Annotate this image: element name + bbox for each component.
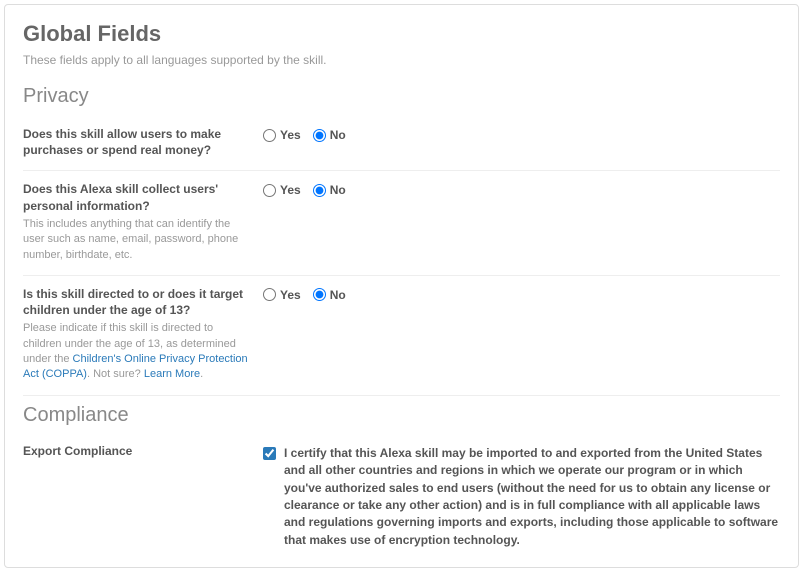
page-title: Global Fields	[23, 21, 780, 47]
answer-cell: I certify that this Alexa skill may be i…	[263, 443, 780, 549]
page-subtitle: These fields apply to all languages supp…	[23, 53, 780, 67]
radio-yes-label: Yes	[280, 128, 301, 142]
question-label: Is this skill directed to or does it tar…	[23, 286, 253, 318]
radio-no[interactable]: No	[313, 183, 346, 197]
privacy-row-children: Is this skill directed to or does it tar…	[23, 276, 780, 396]
global-fields-panel: Global Fields These fields apply to all …	[4, 4, 799, 568]
radio-no-input[interactable]	[313, 288, 326, 301]
learn-more-link[interactable]: Learn More	[144, 368, 200, 380]
answer-cell: Yes No	[263, 181, 780, 263]
answer-cell: Yes No	[263, 126, 780, 158]
radio-yes[interactable]: Yes	[263, 288, 301, 302]
question-label: Does this skill allow users to make purc…	[23, 126, 253, 158]
radio-no[interactable]: No	[313, 128, 346, 142]
compliance-row-export: Export Compliance I certify that this Al…	[23, 435, 780, 549]
question-cell: Is this skill directed to or does it tar…	[23, 286, 263, 383]
radio-group-purchases: Yes No	[263, 128, 780, 142]
radio-no[interactable]: No	[313, 288, 346, 302]
radio-group-personal-info: Yes No	[263, 183, 780, 197]
radio-no-label: No	[330, 128, 346, 142]
radio-yes[interactable]: Yes	[263, 128, 301, 142]
question-cell: Export Compliance	[23, 443, 263, 549]
radio-yes-input[interactable]	[263, 288, 276, 301]
privacy-row-personal-info: Does this Alexa skill collect users' per…	[23, 171, 780, 276]
privacy-heading: Privacy	[23, 85, 780, 108]
export-compliance-checkbox[interactable]	[263, 447, 276, 460]
radio-no-label: No	[330, 288, 346, 302]
radio-yes-input[interactable]	[263, 129, 276, 142]
export-compliance-checkbox-row: I certify that this Alexa skill may be i…	[263, 445, 780, 549]
privacy-row-purchases: Does this skill allow users to make purc…	[23, 116, 780, 171]
helper-end: .	[200, 368, 203, 380]
export-compliance-text: I certify that this Alexa skill may be i…	[284, 445, 780, 549]
helper-suffix: . Not sure?	[87, 368, 144, 380]
export-compliance-label: Export Compliance	[23, 443, 253, 459]
radio-no-input[interactable]	[313, 184, 326, 197]
radio-group-children: Yes No	[263, 288, 780, 302]
radio-yes-input[interactable]	[263, 184, 276, 197]
radio-yes-label: Yes	[280, 288, 301, 302]
radio-yes[interactable]: Yes	[263, 183, 301, 197]
compliance-heading: Compliance	[23, 404, 780, 427]
question-cell: Does this Alexa skill collect users' per…	[23, 181, 263, 263]
radio-no-input[interactable]	[313, 129, 326, 142]
question-helper: This includes anything that can identify…	[23, 217, 253, 263]
question-label: Does this Alexa skill collect users' per…	[23, 181, 253, 213]
answer-cell: Yes No	[263, 286, 780, 383]
radio-yes-label: Yes	[280, 183, 301, 197]
radio-no-label: No	[330, 183, 346, 197]
question-cell: Does this skill allow users to make purc…	[23, 126, 263, 158]
question-helper: Please indicate if this skill is directe…	[23, 321, 253, 383]
